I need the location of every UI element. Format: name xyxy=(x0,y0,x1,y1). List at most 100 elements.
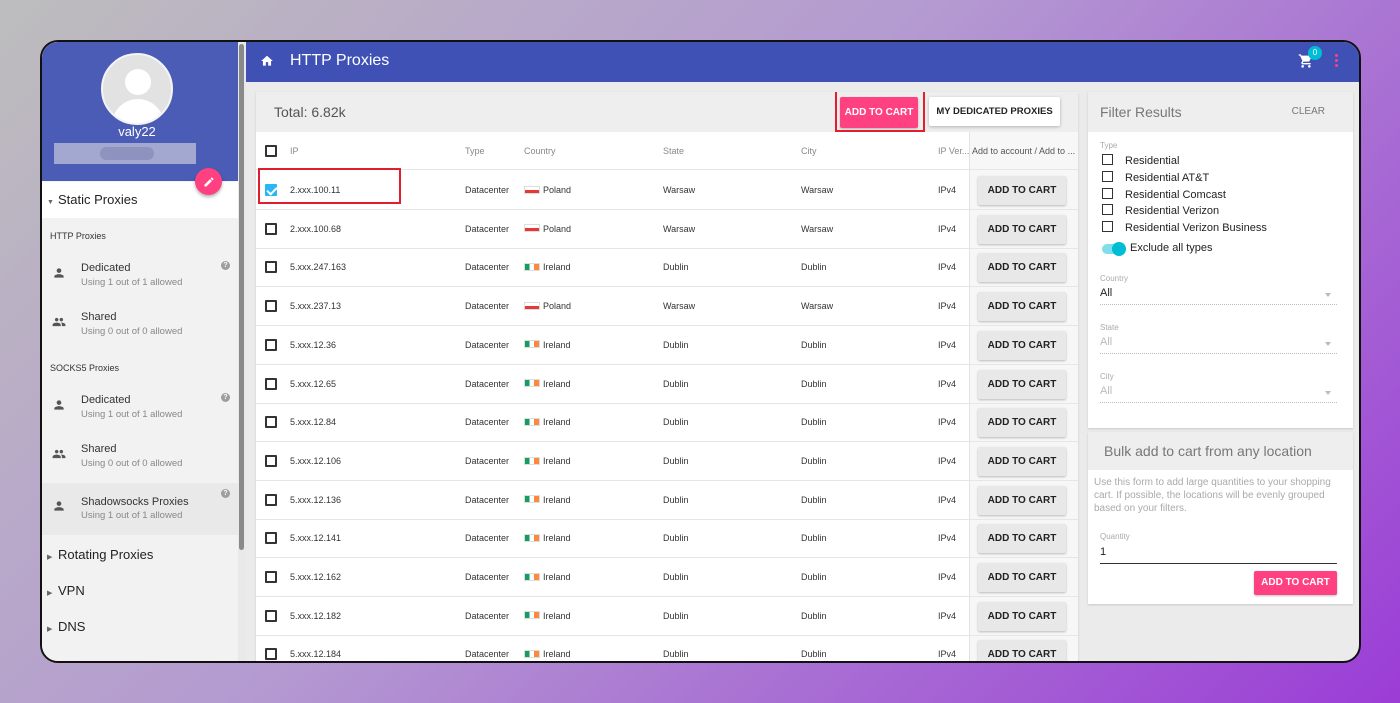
row-add-to-cart-button[interactable]: ADD TO CART xyxy=(978,214,1066,244)
table-row[interactable]: 5.xxx.12.84 Datacenter Ireland Dublin Dublin… xyxy=(256,403,1078,443)
col-header-type[interactable]: Type xyxy=(465,132,485,170)
avatar[interactable] xyxy=(101,53,173,125)
cell-ip: 5.xxx.12.84 xyxy=(290,417,337,428)
my-dedicated-proxies-button[interactable]: MY DEDICATED PROXIES xyxy=(929,97,1060,126)
total-count: Total: 6.82k xyxy=(274,104,346,120)
row-add-to-cart-button[interactable]: ADD TO CART xyxy=(978,640,1066,661)
scrollbar-thumb[interactable] xyxy=(239,44,244,550)
table-row[interactable]: 2.xxx.100.11 Datacenter Poland Warsaw Warsaw… xyxy=(256,168,1078,210)
type-option-residential-comcast[interactable]: Residential Comcast xyxy=(1102,188,1226,201)
nav-dns[interactable]: ▶ DNS xyxy=(42,609,238,645)
row-checkbox[interactable] xyxy=(265,222,277,235)
cell-city: Dublin xyxy=(801,533,827,544)
row-checkbox[interactable] xyxy=(265,300,277,313)
col-header-ip[interactable]: IP xyxy=(290,132,299,170)
row-checkbox[interactable] xyxy=(265,338,277,351)
sidebar-item-shadowsocks[interactable]: Shadowsocks Proxies Using 1 out of 1 all… xyxy=(42,483,238,535)
cell-ip-version: IPv4 xyxy=(938,185,957,195)
nav-vpn[interactable]: ▶ VPN xyxy=(42,573,238,609)
table-row[interactable]: 5.xxx.12.65 Datacenter Ireland Dublin Dublin… xyxy=(256,365,1078,404)
row-add-to-cart-button[interactable]: ADD TO CART xyxy=(978,524,1066,554)
cell-country: Ireland xyxy=(524,326,571,364)
more-vert-icon[interactable] xyxy=(1335,54,1339,70)
cell-state: Dublin xyxy=(663,610,689,621)
cell-ip-version: IPv4 xyxy=(938,339,957,350)
bulk-add-to-cart-button[interactable]: ADD TO CART xyxy=(1254,571,1337,595)
state-select[interactable]: All xyxy=(1100,336,1337,354)
table-row[interactable]: 5.xxx.12.136 Datacenter Ireland Dublin Dubli… xyxy=(256,481,1078,520)
type-option-residential[interactable]: Residential xyxy=(1102,154,1179,167)
row-checkbox[interactable] xyxy=(265,377,277,390)
table-row[interactable]: 2.xxx.100.68 Datacenter Poland Warsaw Warsaw… xyxy=(256,210,1078,249)
col-header-ip-version[interactable]: IP Ver... xyxy=(938,132,969,170)
row-add-to-cart-button[interactable]: ADD TO CART xyxy=(978,292,1066,322)
row-add-to-cart-button[interactable]: ADD TO CART xyxy=(978,446,1066,476)
type-option-residential-verizon[interactable]: Residential Verizon xyxy=(1102,204,1219,217)
quantity-input[interactable]: 1 xyxy=(1100,546,1337,564)
row-checkbox[interactable] xyxy=(265,416,277,429)
row-checkbox[interactable] xyxy=(265,261,277,274)
cell-country-label: Ireland xyxy=(543,610,571,621)
row-checkbox[interactable] xyxy=(265,571,277,583)
sidebar-scrollbar[interactable] xyxy=(238,42,246,661)
table-row[interactable]: 5.xxx.12.184 Datacenter Ireland Dublin Dubli… xyxy=(256,635,1078,661)
cell-state: Dublin xyxy=(663,339,689,350)
checkbox[interactable] xyxy=(1102,154,1113,165)
type-option-residential-att[interactable]: Residential AT&T xyxy=(1102,171,1209,184)
table-row[interactable]: 5.xxx.12.162 Datacenter Ireland Dublin Dubli… xyxy=(256,558,1078,597)
checkbox[interactable] xyxy=(1102,171,1113,182)
country-select[interactable]: All xyxy=(1100,287,1337,305)
row-add-to-cart-button[interactable]: ADD TO CART xyxy=(978,176,1066,205)
table-row[interactable]: 5.xxx.12.36 Datacenter Ireland Dublin Dublin… xyxy=(256,326,1078,365)
quantity-label: Quantity xyxy=(1100,532,1130,541)
nav-rotating-proxies[interactable]: ▶ Rotating Proxies xyxy=(42,537,238,573)
clear-filters-button[interactable]: CLEAR xyxy=(1292,106,1325,117)
sidebar-item-socks-shared[interactable]: Shared Using 0 out of 0 allowed xyxy=(42,436,238,480)
row-add-to-cart-button[interactable]: ADD TO CART xyxy=(978,253,1066,283)
col-header-state[interactable]: State xyxy=(663,132,684,170)
table-row[interactable]: 5.xxx.12.141 Datacenter Ireland Dublin Dubli… xyxy=(256,519,1078,559)
table-row[interactable]: 5.xxx.237.13 Datacenter Poland Warsaw Warsaw… xyxy=(256,287,1078,327)
row-add-to-cart-button[interactable]: ADD TO CART xyxy=(978,408,1066,438)
checkbox[interactable] xyxy=(1102,188,1113,199)
col-header-city[interactable]: City xyxy=(801,132,817,170)
checkbox[interactable] xyxy=(1102,204,1113,215)
row-checkbox[interactable] xyxy=(265,454,277,467)
row-checkbox[interactable] xyxy=(265,493,277,506)
checkbox[interactable] xyxy=(1102,221,1113,232)
help-icon[interactable]: ? xyxy=(221,489,230,498)
table-row[interactable]: 5.xxx.12.182 Datacenter Ireland Dublin Dubli… xyxy=(256,597,1078,636)
sidebar-item-title: Shadowsocks Proxies xyxy=(81,496,189,508)
country-value: All xyxy=(1100,287,1113,299)
cell-country-label: Ireland xyxy=(543,533,571,544)
exclude-types-toggle[interactable] xyxy=(1102,242,1126,256)
home-icon[interactable] xyxy=(260,54,274,68)
cell-state: Dublin xyxy=(663,455,689,466)
col-header-country[interactable]: Country xyxy=(524,132,556,170)
filter-title: Filter Results xyxy=(1100,104,1182,120)
select-all-checkbox[interactable] xyxy=(265,145,277,157)
sidebar-item-socks-dedicated[interactable]: Dedicated Using 1 out of 1 allowed ? xyxy=(42,387,238,431)
help-icon[interactable]: ? xyxy=(221,261,230,270)
row-add-to-cart-button[interactable]: ADD TO CART xyxy=(978,601,1066,631)
table-row[interactable]: 5.xxx.12.106 Datacenter Ireland Dublin Dubli… xyxy=(256,442,1078,481)
type-option-residential-verizon-business[interactable]: Residential Verizon Business xyxy=(1102,221,1267,234)
filter-header: Filter Results CLEAR xyxy=(1088,92,1353,132)
cell-country: Ireland xyxy=(524,248,571,286)
edit-profile-button[interactable] xyxy=(195,168,222,195)
city-select[interactable]: All xyxy=(1100,385,1337,403)
row-checkbox[interactable] xyxy=(265,648,277,661)
sidebar-item-http-shared[interactable]: Shared Using 0 out of 0 allowed xyxy=(42,304,238,348)
row-checkbox[interactable] xyxy=(265,532,277,545)
row-add-to-cart-button[interactable]: ADD TO CART xyxy=(978,485,1066,515)
cell-city: Dublin xyxy=(801,649,827,660)
cell-state: Dublin xyxy=(663,649,689,660)
table-row[interactable]: 5.xxx.247.163 Datacenter Ireland Dublin Dubl… xyxy=(256,248,1078,288)
row-add-to-cart-button[interactable]: ADD TO CART xyxy=(978,330,1066,360)
row-add-to-cart-button[interactable]: ADD TO CART xyxy=(978,369,1066,399)
row-checkbox[interactable] xyxy=(265,609,277,622)
sidebar-item-http-dedicated[interactable]: Dedicated Using 1 out of 1 allowed ? xyxy=(42,255,238,299)
chevron-down-icon xyxy=(1325,293,1331,297)
help-icon[interactable]: ? xyxy=(221,393,230,402)
row-add-to-cart-button[interactable]: ADD TO CART xyxy=(978,563,1066,592)
